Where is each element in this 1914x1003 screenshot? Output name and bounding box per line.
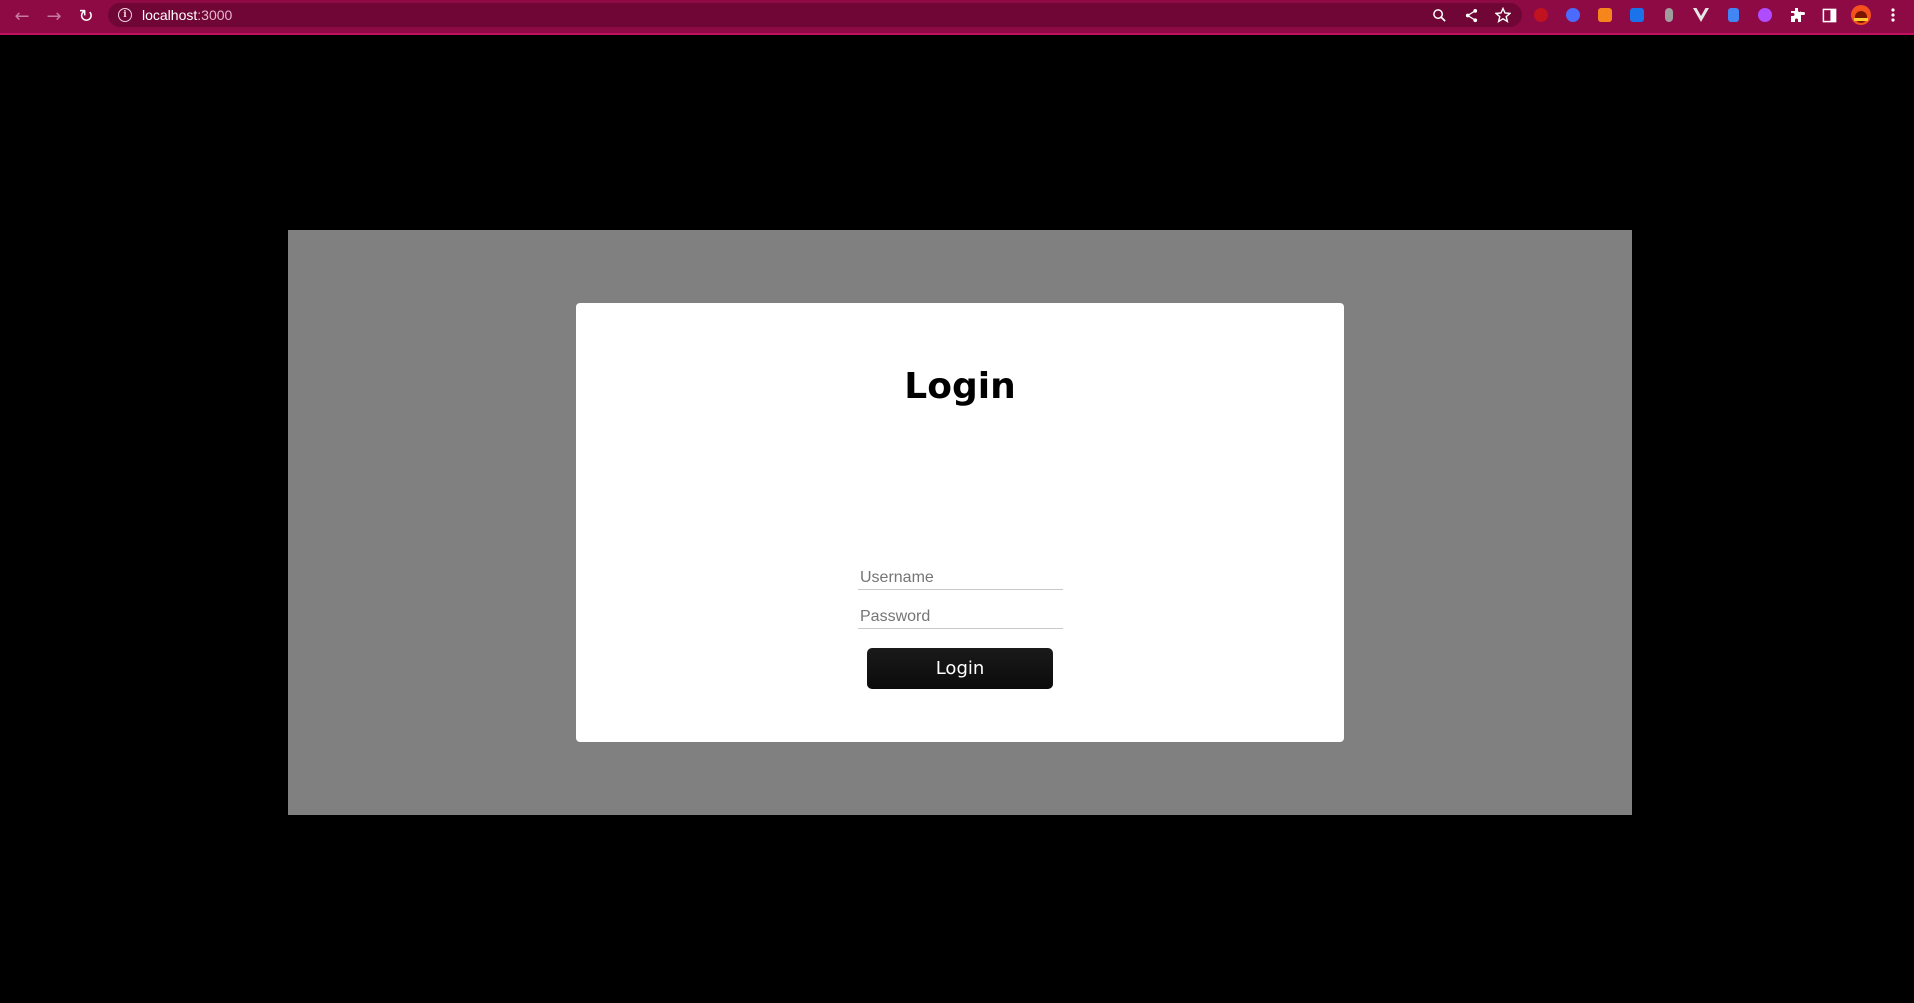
url-port: :3000 [197, 7, 233, 23]
login-button[interactable]: Login [867, 648, 1053, 689]
vue-devtools-icon[interactable] [1690, 4, 1712, 26]
bookmark-star-icon[interactable] [1494, 6, 1512, 24]
address-bar[interactable]: i localhost:3000 [108, 3, 1522, 27]
modal-backdrop: Login Login [288, 230, 1632, 815]
info-icon[interactable]: i [118, 8, 132, 22]
omnibox-actions [1430, 3, 1512, 27]
metamask-icon[interactable] [1594, 4, 1616, 26]
browser-toolbar: ← → ↻ i localhost:3000 [0, 0, 1914, 35]
extension-blue-icon[interactable] [1562, 4, 1584, 26]
profile-avatar-icon[interactable] [1850, 4, 1872, 26]
translate-icon[interactable] [1626, 4, 1648, 26]
url-text[interactable]: localhost:3000 [142, 7, 232, 23]
extensions-strip [1530, 4, 1904, 26]
extension-purple-icon[interactable] [1754, 4, 1776, 26]
url-host: localhost [142, 7, 198, 23]
password-input[interactable] [858, 605, 1063, 629]
login-title: Login [904, 366, 1016, 407]
extension-doc-icon[interactable] [1722, 4, 1744, 26]
zoom-icon[interactable] [1430, 6, 1448, 24]
puzzle-icon[interactable] [1786, 4, 1808, 26]
kebab-menu-icon[interactable] [1882, 4, 1904, 26]
ublock-icon[interactable] [1530, 4, 1552, 26]
login-card: Login Login [576, 303, 1344, 742]
forward-arrow-icon[interactable]: → [38, 2, 70, 32]
page-viewport: Login Login [0, 37, 1914, 1003]
reload-icon[interactable]: ↻ [70, 2, 102, 32]
extension-grey-icon[interactable] [1658, 4, 1680, 26]
back-arrow-icon[interactable]: ← [6, 2, 38, 32]
username-input[interactable] [858, 566, 1063, 590]
share-icon[interactable] [1462, 6, 1480, 24]
side-panel-icon[interactable] [1818, 4, 1840, 26]
